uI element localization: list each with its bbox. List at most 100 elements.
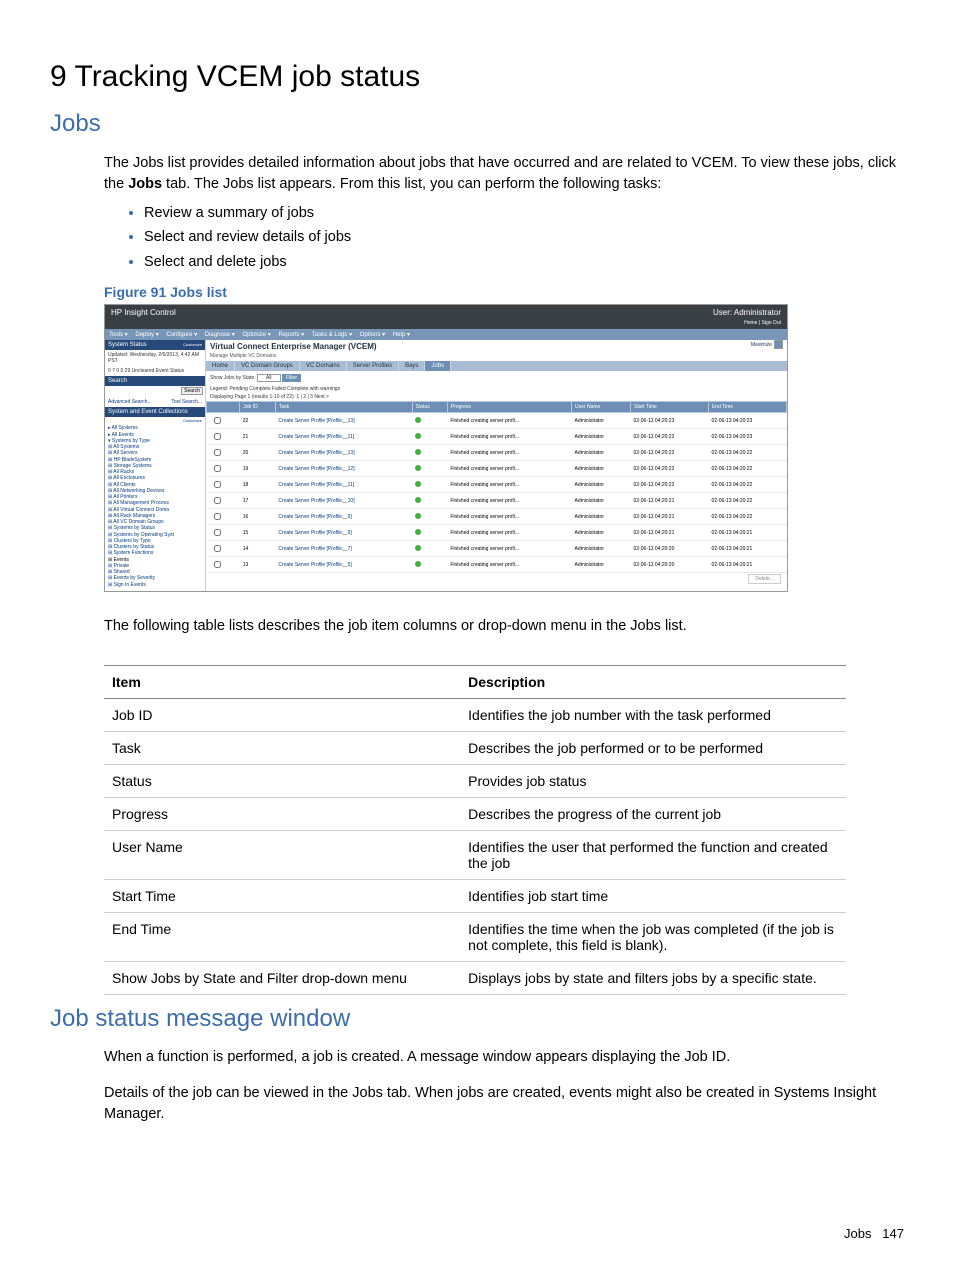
cell-task[interactable]: Create Server Profile [Profile__5] [275,557,412,573]
filter-button[interactable]: Filter [282,374,301,382]
delete-button[interactable]: Delete... [748,574,781,584]
cell-start: 02-06-13 04:20:20 [631,541,709,557]
cell-job-id: 17 [240,493,276,509]
updated-text: Updated: Wednesday, 2/6/2013, 4:42 AM PS… [105,350,205,366]
desc-description: Describes the job performed or to be per… [460,731,846,764]
nav-tree[interactable]: ▸ All Systems▸ All Events ▾ Systems by T… [105,424,205,591]
table-row: 17Create Server Profile [Profile__10] Fin… [207,493,787,509]
column-header[interactable]: Job ID [240,402,276,413]
state-select[interactable]: All [257,374,281,382]
tab-vc-domain-groups[interactable]: VC Domain Groups [235,361,300,371]
cell-task[interactable]: Create Server Profile [Profile__9] [275,525,412,541]
cell-end: 02-06-13 04:20:22 [708,445,786,461]
desc-row: ProgressDescribes the progress of the cu… [104,797,846,830]
desc-row: StatusProvides job status [104,764,846,797]
cell-user: Administrator [572,525,631,541]
column-header[interactable]: Progress [447,402,571,413]
cell-task[interactable]: Create Server Profile [Profile__13] [275,413,412,429]
tab-server-profiles[interactable]: Server Profiles [347,361,399,371]
collections-header: System and Event Collections [108,409,188,415]
cell-progress: Finished creating server profi... [447,493,571,509]
figure-caption: Figure 91 Jobs list [104,284,904,300]
desc-description: Displays jobs by state and filters jobs … [460,961,846,994]
desc-item: Job ID [104,698,460,731]
section-jobs-heading: Jobs [50,110,904,138]
tab-bays[interactable]: Bays [399,361,425,371]
cell-progress: Finished creating server profi... [447,509,571,525]
desc-description: Identifies job start time [460,879,846,912]
row-checkbox[interactable] [207,413,240,429]
jobs-table: Job IDTaskStatusProgressUser NameStart T… [206,401,787,573]
cell-start: 02-06-13 04:20:21 [631,493,709,509]
cell-user: Administrator [572,413,631,429]
panel-title: Virtual Connect Enterprise Manager (VCEM… [206,340,787,353]
customize-link[interactable]: Customize [183,342,202,348]
customize-link-2[interactable]: Customize [183,418,202,423]
cell-progress: Finished creating server profi... [447,541,571,557]
tab-vc-domains[interactable]: VC Domains [300,361,347,371]
cell-user: Administrator [572,477,631,493]
table-row: 16Create Server Profile [Profile__9]Fini… [207,509,787,525]
table-row: 18Create Server Profile [Profile__11]Fin… [207,477,787,493]
page-title: 9 Tracking VCEM job status [50,60,904,94]
desc-header-description: Description [460,665,846,698]
tab-home[interactable]: Home [206,361,235,371]
table-intro: The following table lists describes the … [104,616,904,637]
desc-description: Provides job status [460,764,846,797]
cell-end: 02-06-13 04:20:22 [708,493,786,509]
advanced-search-link[interactable]: Advanced Search... [108,399,152,405]
maximize-link[interactable]: Maximize [751,342,772,348]
desc-row: Start TimeIdentifies job start time [104,879,846,912]
table-row: 20Create Server Profile [Profile__13]Fin… [207,445,787,461]
cell-user: Administrator [572,493,631,509]
status-complete-icon [415,449,421,455]
cell-start: 02-06-13 04:20:23 [631,413,709,429]
cell-task[interactable]: Create Server Profile [Profile__11] [275,477,412,493]
table-row: 13Create Server Profile [Profile__5]Fini… [207,557,787,573]
menu-bar[interactable]: Tools ▾ Deploy ▾ Configure ▾ Diagnose ▾ … [105,329,787,340]
row-checkbox[interactable] [207,557,240,573]
cell-task[interactable]: Create Server Profile [Profile__9] [275,509,412,525]
row-checkbox[interactable] [207,429,240,445]
cell-end: 02-06-13 04:20:22 [708,509,786,525]
column-header[interactable]: User Name [572,402,631,413]
table-row: 22Create Server Profile [Profile__13]Fin… [207,413,787,429]
column-header[interactable]: Start Time [631,402,709,413]
cell-task[interactable]: Create Server Profile [Profile__10] [275,493,412,509]
desc-item: User Name [104,830,460,879]
maximize-icon[interactable] [774,340,783,349]
user-links[interactable]: Home | Sign Out [744,320,781,326]
legend-row: Legend: Pending Complete Failed Complete… [206,385,787,393]
column-header[interactable]: End Time [708,402,786,413]
column-header[interactable] [207,402,240,413]
row-checkbox[interactable] [207,493,240,509]
cell-user: Administrator [572,445,631,461]
cell-end: 02-06-13 04:20:23 [708,429,786,445]
cell-task[interactable]: Create Server Profile [Profile__11] [275,429,412,445]
cell-progress: Finished creating server profi... [447,525,571,541]
table-row: 15Create Server Profile [Profile__9]Fini… [207,525,787,541]
column-header[interactable]: Status [412,402,447,413]
row-checkbox[interactable] [207,477,240,493]
cell-job-id: 22 [240,413,276,429]
search-button[interactable]: Search [181,387,203,395]
desc-row: User NameIdentifies the user that perfor… [104,830,846,879]
row-checkbox[interactable] [207,509,240,525]
cell-task[interactable]: Create Server Profile [Profile__13] [275,445,412,461]
row-checkbox[interactable] [207,541,240,557]
row-checkbox[interactable] [207,525,240,541]
jobs-list-screenshot: HP Insight Control User: Administrator H… [104,304,788,592]
cell-status [412,525,447,541]
tab-jobs[interactable]: Jobs [425,361,451,371]
column-header[interactable]: Task [275,402,412,413]
status-complete-icon [415,465,421,471]
paging-text[interactable]: Displaying Page 1 (results 1-10 of 22): … [206,393,787,401]
cell-start: 02-06-13 04:20:22 [631,429,709,445]
cell-task[interactable]: Create Server Profile [Profile__7] [275,541,412,557]
tree-item[interactable]: ⊞ Sign In Events [108,582,205,588]
row-checkbox[interactable] [207,445,240,461]
row-checkbox[interactable] [207,461,240,477]
cell-status [412,493,447,509]
cell-task[interactable]: Create Server Profile [Profile__12] [275,461,412,477]
tool-search-link[interactable]: Tool Search... [171,399,202,405]
